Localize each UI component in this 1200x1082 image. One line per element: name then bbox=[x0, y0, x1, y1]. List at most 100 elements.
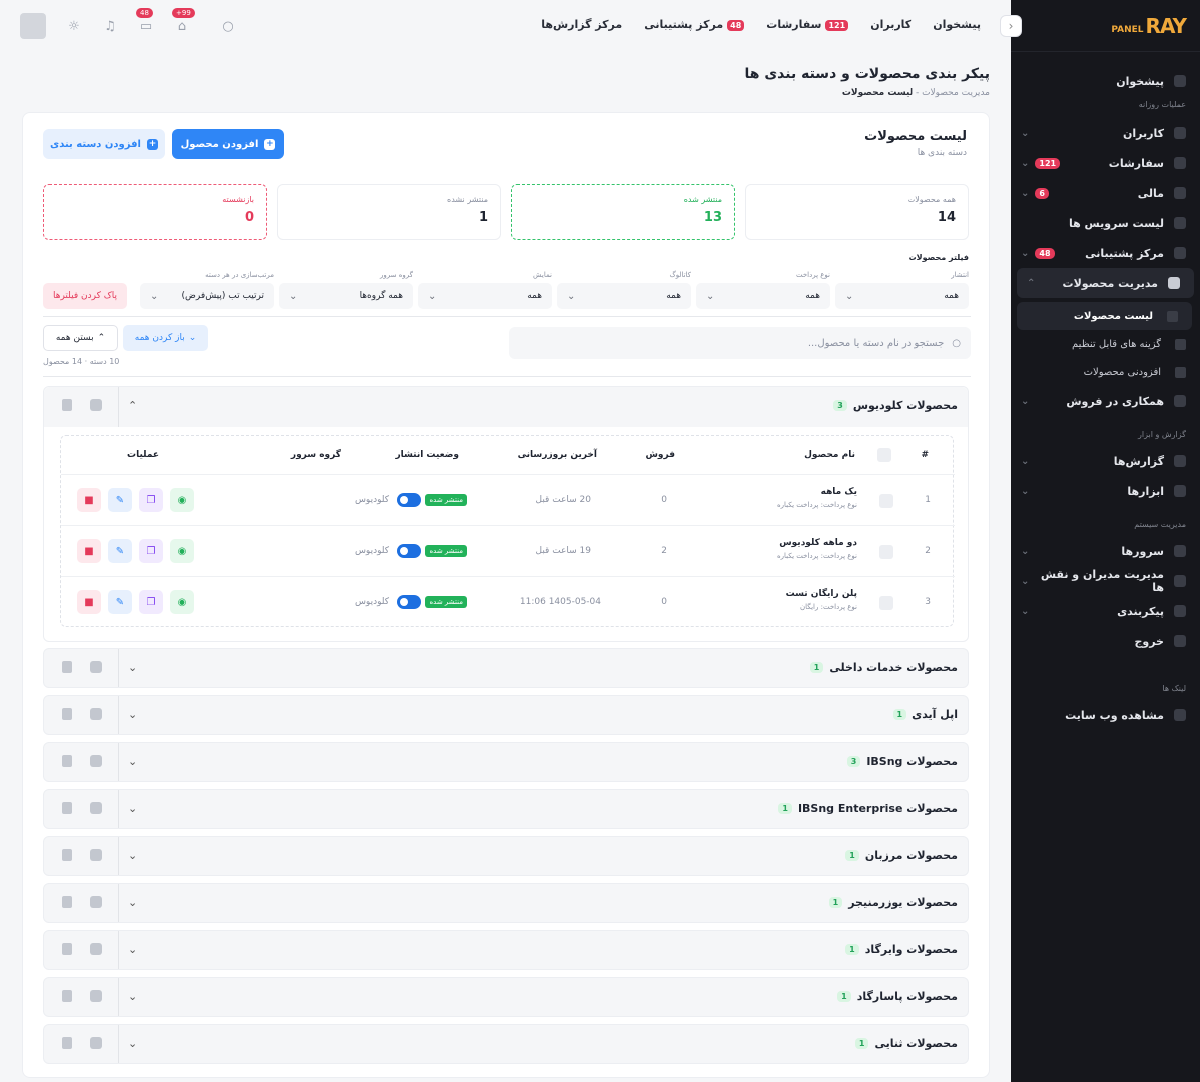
trash-icon[interactable] bbox=[62, 755, 72, 767]
product-name[interactable]: پلن رایگان تست bbox=[786, 589, 857, 599]
sidebar-item-config[interactable]: پیکربندی ⌄ bbox=[1011, 596, 1200, 626]
breadcrumb-parent[interactable]: مدیریت محصولات bbox=[922, 88, 990, 98]
stat-unpublished[interactable]: منتشر نشده 1 bbox=[277, 184, 501, 240]
sidebar-item-users[interactable]: کاربران ⌄ bbox=[1011, 118, 1200, 148]
edit-icon[interactable]: ✎ bbox=[108, 539, 132, 563]
chevron-down-icon[interactable]: ⌄ bbox=[128, 802, 137, 815]
trash-icon[interactable]: ■ bbox=[77, 488, 101, 512]
stat-published[interactable]: منتشر شده 13 bbox=[511, 184, 735, 240]
chevron-down-icon[interactable]: ⌄ bbox=[128, 661, 137, 674]
trash-icon[interactable] bbox=[62, 399, 72, 411]
product-name[interactable]: دو ماهه کلودیوس bbox=[777, 538, 857, 548]
category-row[interactable]: محصولات IBSng Enterprise 1 ⌄ bbox=[43, 789, 969, 829]
copy-icon[interactable]: ❐ bbox=[139, 488, 163, 512]
filter-select-catalog[interactable]: همه ⌄ bbox=[557, 283, 691, 309]
expand-all-button[interactable]: ⌄ باز کردن همه bbox=[123, 325, 208, 351]
select-all-checkbox[interactable] bbox=[877, 448, 891, 462]
category-row[interactable]: اپل آیدی 1 ⌄ bbox=[43, 695, 969, 735]
sidebar-item-services[interactable]: لیست سرویس ها bbox=[1011, 208, 1200, 238]
trash-icon[interactable]: ■ bbox=[77, 539, 101, 563]
category-row[interactable]: محصولات مرزبان 1 ⌄ bbox=[43, 836, 969, 876]
trash-icon[interactable] bbox=[62, 943, 72, 955]
category-row[interactable]: محصولات پاسارگاد 1 ⌄ bbox=[43, 977, 969, 1017]
chevron-down-icon[interactable]: ⌄ bbox=[128, 849, 137, 862]
filter-select-publish[interactable]: همه ⌄ bbox=[835, 283, 969, 309]
filter-select-payment[interactable]: همه ⌄ bbox=[696, 283, 830, 309]
trash-icon[interactable] bbox=[62, 849, 72, 861]
sidebar-item-website[interactable]: مشاهده وب سایت bbox=[1011, 700, 1200, 730]
search-icon[interactable]: ○ bbox=[220, 18, 236, 34]
chevron-down-icon[interactable]: ⌄ bbox=[128, 943, 137, 956]
sidebar-item-reports[interactable]: گزارش‌ها ⌄ bbox=[1011, 446, 1200, 476]
edit-icon[interactable] bbox=[90, 896, 102, 908]
publish-toggle[interactable] bbox=[397, 595, 422, 609]
clear-filters-button[interactable]: پاک کردن فیلترها bbox=[43, 283, 127, 309]
sidebar-item-finance[interactable]: مالی 6 ⌄ bbox=[1011, 178, 1200, 208]
top-nav-users[interactable]: کاربران bbox=[870, 18, 911, 31]
table-row[interactable]: 2 دو ماهه کلودیوس نوع پرداخت: پرداخت یکبا… bbox=[61, 525, 955, 576]
product-name[interactable]: یک ماهه bbox=[777, 487, 857, 497]
table-row[interactable]: 1 یک ماهه نوع پرداخت: پرداخت یکباره 0 20 … bbox=[61, 474, 955, 525]
copy-icon[interactable]: ❐ bbox=[139, 539, 163, 563]
sidebar-sub-product-list[interactable]: لیست محصولات bbox=[1017, 302, 1192, 330]
edit-icon[interactable] bbox=[90, 1037, 102, 1049]
sidebar-item-dashboard[interactable]: پیشخوان bbox=[1011, 66, 1200, 96]
sidebar-item-products[interactable]: مدیریت محصولات ⌃ bbox=[1017, 268, 1194, 298]
row-checkbox[interactable] bbox=[879, 494, 893, 508]
logo[interactable]: RAY PANEL bbox=[1011, 0, 1200, 52]
chevron-up-icon[interactable]: ⌃ bbox=[128, 399, 137, 412]
publish-toggle[interactable] bbox=[397, 493, 422, 507]
publish-toggle[interactable] bbox=[397, 544, 422, 558]
edit-icon[interactable] bbox=[90, 802, 102, 814]
trash-icon[interactable]: ■ bbox=[77, 590, 101, 614]
table-row[interactable]: 3 پلن رایگان تست نوع پرداخت: رایگان 0 140… bbox=[61, 576, 955, 627]
add-product-button[interactable]: + افزودن محصول bbox=[172, 129, 284, 159]
category-row[interactable]: محصولات یوزرمنیجر 1 ⌄ bbox=[43, 883, 969, 923]
category-row[interactable]: محصولات وایرگاد 1 ⌄ bbox=[43, 930, 969, 970]
sidebar-item-admins[interactable]: مدیریت مدیران و نقش ها ⌄ bbox=[1011, 566, 1200, 596]
theme-sun-icon[interactable]: ☼ bbox=[66, 18, 82, 34]
row-checkbox[interactable] bbox=[879, 596, 893, 610]
edit-icon[interactable] bbox=[90, 399, 102, 411]
top-nav-reports[interactable]: مرکز گزارش‌ها bbox=[541, 18, 622, 31]
stat-all-products[interactable]: همه محصولات 14 bbox=[745, 184, 969, 240]
edit-icon[interactable] bbox=[90, 755, 102, 767]
eye-icon[interactable]: ◉ bbox=[170, 539, 194, 563]
bell-icon[interactable]: ♫ bbox=[102, 18, 118, 34]
trash-icon[interactable] bbox=[62, 1037, 72, 1049]
trash-icon[interactable] bbox=[62, 896, 72, 908]
sidebar-item-support[interactable]: مرکز پشتیبانی 48 ⌄ bbox=[1011, 238, 1200, 268]
edit-icon[interactable] bbox=[90, 943, 102, 955]
eye-icon[interactable]: ◉ bbox=[170, 488, 194, 512]
category-row[interactable]: محصولات خدمات داخلی 1 ⌄ bbox=[43, 648, 969, 688]
chevron-down-icon[interactable]: ⌄ bbox=[128, 755, 137, 768]
eye-icon[interactable]: ◉ bbox=[170, 590, 194, 614]
chevron-down-icon[interactable]: ⌄ bbox=[128, 990, 137, 1003]
search-input[interactable]: ○ جستجو در نام دسته یا محصول... bbox=[509, 327, 971, 359]
category-row[interactable]: محصولات IBSng 3 ⌄ bbox=[43, 742, 969, 782]
trash-icon[interactable] bbox=[62, 990, 72, 1002]
filter-select-display[interactable]: همه ⌄ bbox=[418, 283, 552, 309]
sidebar-item-servers[interactable]: سرورها ⌄ bbox=[1011, 536, 1200, 566]
edit-icon[interactable] bbox=[90, 708, 102, 720]
trash-icon[interactable] bbox=[62, 661, 72, 673]
message-icon[interactable]: ▭ 48 bbox=[136, 8, 154, 34]
collapse-all-button[interactable]: ⌃ بستن همه bbox=[43, 325, 118, 351]
top-nav-support[interactable]: 48مرکز پشتیبانی bbox=[644, 18, 745, 31]
edit-icon[interactable] bbox=[90, 990, 102, 1002]
filter-select-server-group[interactable]: همه گروه‌ها ⌄ bbox=[279, 283, 413, 309]
add-category-button[interactable]: + افزودن دسته بندی bbox=[43, 129, 165, 159]
sidebar-sub-addons[interactable]: افزودنی محصولات bbox=[1011, 358, 1200, 386]
stat-retired[interactable]: بازنشسته 0 bbox=[43, 184, 267, 240]
sidebar-item-orders[interactable]: سفارشات 121 ⌄ bbox=[1011, 148, 1200, 178]
chevron-down-icon[interactable]: ⌄ bbox=[128, 1037, 137, 1050]
category-header[interactable]: محصولات کلودیوس 3 ⌃ bbox=[44, 387, 968, 427]
edit-icon[interactable]: ✎ bbox=[108, 488, 132, 512]
edit-icon[interactable] bbox=[90, 849, 102, 861]
chevron-down-icon[interactable]: ⌄ bbox=[128, 896, 137, 909]
filter-select-sort[interactable]: ترتیب تب (پیش‌فرض) ⌄ bbox=[140, 283, 274, 309]
edit-icon[interactable]: ✎ bbox=[108, 590, 132, 614]
avatar[interactable] bbox=[20, 13, 46, 39]
edit-icon[interactable] bbox=[90, 661, 102, 673]
trash-icon[interactable] bbox=[62, 802, 72, 814]
